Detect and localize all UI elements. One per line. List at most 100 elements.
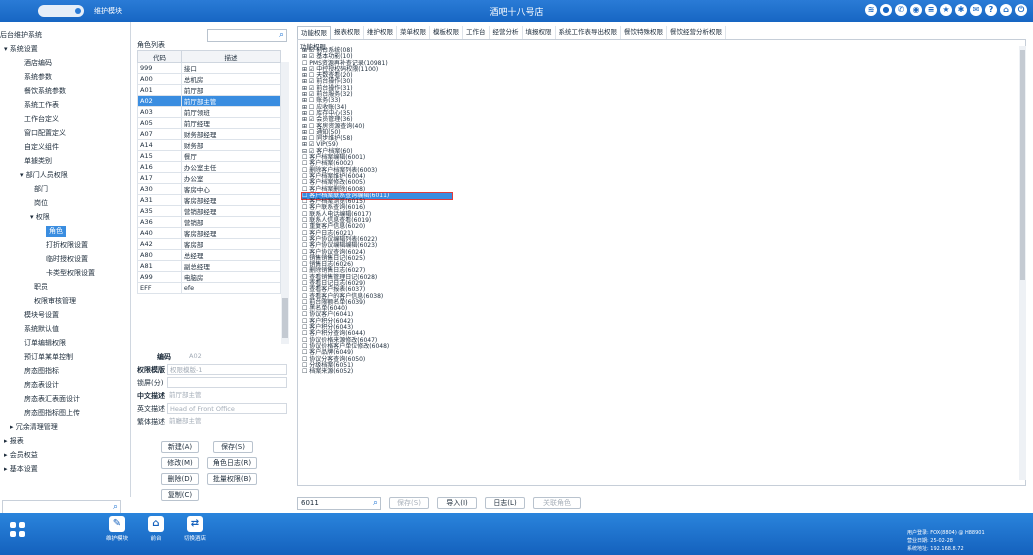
- phone-icon[interactable]: ✆: [895, 4, 907, 16]
- nav-item[interactable]: 模块号设置: [0, 308, 131, 322]
- nav-item[interactable]: ▸ 冗余清理管理: [0, 420, 131, 434]
- search-icon[interactable]: ⌕: [279, 30, 284, 40]
- table-row[interactable]: A01 前厅部: [137, 84, 282, 96]
- nav-item[interactable]: 卡类型权限设置: [0, 266, 131, 280]
- lock-input[interactable]: [167, 377, 287, 388]
- en-desc-input[interactable]: Head of Front Office: [167, 403, 287, 414]
- nav-item[interactable]: 临时授权设置: [0, 252, 131, 266]
- tab-7[interactable]: 填报权限: [523, 26, 556, 39]
- nav-item[interactable]: ▾ 部门人员权限: [0, 168, 131, 182]
- table-row[interactable]: EFF efe: [137, 282, 282, 294]
- mail-icon[interactable]: ✉: [970, 4, 982, 16]
- table-row[interactable]: A07 财务部经理: [137, 128, 282, 140]
- table-row[interactable]: 999 接口: [137, 62, 282, 74]
- table-row[interactable]: A35 营销部经理: [137, 205, 282, 217]
- related-role-button[interactable]: 关联角色: [533, 497, 581, 509]
- dock-item-switch-hotel[interactable]: ⇄ 切换酒店: [180, 516, 210, 542]
- delete-button[interactable]: 删除(D): [161, 473, 199, 485]
- nav-item[interactable]: 预订单某单控制: [0, 350, 131, 364]
- table-row[interactable]: A30 客房中心: [137, 183, 282, 195]
- nav-item[interactable]: ▸ 基本设置: [0, 462, 131, 476]
- tab-4[interactable]: 模板权限: [430, 26, 463, 39]
- star-icon[interactable]: ★: [940, 4, 952, 16]
- permission-scrollbar[interactable]: [1019, 46, 1026, 480]
- permission-item[interactable]: ☐ 档案来源(6052): [302, 368, 1002, 375]
- permission-code-input[interactable]: 6011 ⌕: [297, 497, 381, 510]
- nav-item[interactable]: 房态图指标图上传: [0, 406, 131, 420]
- table-row[interactable]: A00 总机房: [137, 73, 282, 85]
- nav-item[interactable]: 系统工作表: [0, 98, 131, 112]
- apps-grid-icon[interactable]: [10, 522, 26, 538]
- tab-1[interactable]: 报表权限: [331, 26, 364, 39]
- search-icon[interactable]: ⌕: [373, 498, 378, 509]
- tab-8[interactable]: 系统工作表导出权限: [556, 26, 621, 39]
- dock-item-maintenance[interactable]: ✎ 维护模块: [102, 516, 132, 542]
- table-row[interactable]: A17 办公室: [137, 172, 282, 184]
- nav-item[interactable]: 窗口配置定义: [0, 126, 131, 140]
- perm-save-button[interactable]: 保存(S): [389, 497, 429, 509]
- nav-item[interactable]: 权限审核管理: [0, 294, 131, 308]
- role-scrollbar[interactable]: [281, 62, 289, 344]
- save-button[interactable]: 保存(S): [213, 441, 253, 453]
- column-header[interactable]: 代码: [137, 50, 182, 63]
- table-row[interactable]: A42 客房部: [137, 238, 282, 250]
- nav-item[interactable]: ▾ 系统设置: [0, 42, 131, 56]
- template-select[interactable]: 权限模版-1: [167, 364, 287, 375]
- help-icon[interactable]: ?: [985, 4, 997, 16]
- table-row[interactable]: A02 前厅部主管: [137, 95, 282, 107]
- nav-item[interactable]: ▸ 会员权益: [0, 448, 131, 462]
- nav-item[interactable]: 部门: [0, 182, 131, 196]
- table-row[interactable]: A15 餐厅: [137, 150, 282, 162]
- table-row[interactable]: A36 营销部: [137, 216, 282, 228]
- trad-desc-input[interactable]: 前廳部主管: [167, 416, 287, 427]
- nav-item[interactable]: 房态图指标: [0, 364, 131, 378]
- nav-item[interactable]: 工作台定义: [0, 112, 131, 126]
- log-button[interactable]: 日志(L): [485, 497, 525, 509]
- tab-5[interactable]: 工作台: [463, 26, 490, 39]
- copy-button[interactable]: 复制(C): [161, 489, 199, 501]
- column-header[interactable]: 描述: [180, 50, 282, 63]
- nav-item[interactable]: 房态表设计: [0, 378, 131, 392]
- nav-item[interactable]: 房态表汇表面设计: [0, 392, 131, 406]
- nav-item[interactable]: 职员: [0, 280, 131, 294]
- home-icon[interactable]: ⌂: [1000, 4, 1012, 16]
- settings-icon[interactable]: ✱: [955, 4, 967, 16]
- table-row[interactable]: A31 客房部经理: [137, 194, 282, 206]
- table-row[interactable]: A16 办公室主任: [137, 161, 282, 173]
- nav-item[interactable]: ▾ 权限: [0, 210, 131, 224]
- table-row[interactable]: A40 客房部经理: [137, 227, 282, 239]
- nav-item[interactable]: 系统默认值: [0, 322, 131, 336]
- table-row[interactable]: A81 副总经理: [137, 260, 282, 272]
- tab-10[interactable]: 餐饮经营分析权限: [667, 26, 726, 39]
- table-row[interactable]: A80 总经理: [137, 249, 282, 261]
- nav-item[interactable]: 后台维护系统: [0, 28, 131, 42]
- table-row[interactable]: A14 财务部: [137, 139, 282, 151]
- scroll-thumb[interactable]: [282, 298, 288, 338]
- edit-button[interactable]: 修改(M): [161, 457, 199, 469]
- nav-item[interactable]: 角色: [0, 224, 131, 238]
- search-icon[interactable]: ⌕: [113, 502, 118, 512]
- import-button[interactable]: 导入(I): [437, 497, 477, 509]
- location-icon[interactable]: ◉: [910, 4, 922, 16]
- table-row[interactable]: A03 前厅领班: [137, 106, 282, 118]
- cn-desc-input[interactable]: 前厅部主管: [167, 390, 287, 401]
- power-icon[interactable]: ⏻: [1015, 4, 1027, 16]
- new-button[interactable]: 新建(A): [161, 441, 199, 453]
- nav-item[interactable]: 岗位: [0, 196, 131, 210]
- nav-item[interactable]: ▸ 报表: [0, 434, 131, 448]
- tab-3[interactable]: 菜单权限: [397, 26, 430, 39]
- nav-item[interactable]: 单據类别: [0, 154, 131, 168]
- tab-2[interactable]: 维护权限: [364, 26, 397, 39]
- scroll-thumb[interactable]: [1020, 50, 1025, 280]
- nav-item[interactable]: 酒店编码: [0, 56, 131, 70]
- nav-item[interactable]: 打折权限设置: [0, 238, 131, 252]
- user-icon[interactable]: ●: [880, 4, 892, 16]
- menu-icon[interactable]: ≡: [925, 4, 937, 16]
- role-search-input[interactable]: ⌕: [207, 29, 287, 42]
- nav-item[interactable]: 系统参数: [0, 70, 131, 84]
- dock-item-frontdesk[interactable]: ⌂ 前台: [141, 516, 171, 542]
- nav-item[interactable]: 自定义组件: [0, 140, 131, 154]
- table-row[interactable]: A05 前厅经理: [137, 117, 282, 129]
- nav-item[interactable]: 餐饮系统参数: [0, 84, 131, 98]
- tab-6[interactable]: 经营分析: [490, 26, 523, 39]
